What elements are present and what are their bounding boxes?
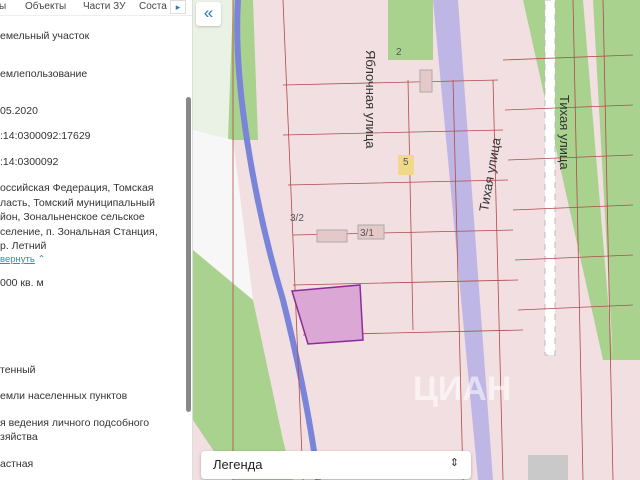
legend-dropdown[interactable]: Легенда ⇕ <box>201 451 471 479</box>
collapse-link-text[interactable]: вернуть <box>0 254 35 265</box>
field-usage-1: я ведения личного подсобного <box>0 417 150 429</box>
street-label: Яблочная улица <box>363 50 378 149</box>
plot-label: 3/1 <box>360 228 374 239</box>
field-address-2: ласть, Томский муниципальный <box>0 197 155 209</box>
collapse-link[interactable]: вернуть ⌃ <box>0 253 45 267</box>
plot-label: 2 <box>396 47 402 58</box>
field-address-4: селение, п. Зональная Станция, <box>0 226 158 238</box>
chevron-updown-icon: ⇕ <box>449 457 459 469</box>
field-quarter: :14:0300092 <box>0 156 59 168</box>
watermark: ЦИАН <box>413 370 512 408</box>
field-cadastral-number: :14:0300092:17629 <box>0 130 91 142</box>
info-panel: ы Объекты Части ЗУ Соста ▸ емельный учас… <box>0 0 193 480</box>
tab-next-button[interactable]: ▸ <box>170 0 186 14</box>
tab-objects[interactable]: Объекты <box>25 1 66 13</box>
field-category: емли населенных пунктов <box>0 390 128 402</box>
legend-label: Легенда <box>213 457 263 472</box>
field-ownership: астная <box>0 458 34 470</box>
tab-0[interactable]: ы <box>0 1 6 13</box>
field-address-5: р. Летний <box>0 240 47 252</box>
field-usage-2: зяйства <box>0 431 38 443</box>
tab-parts[interactable]: Части ЗУ <box>83 1 125 13</box>
field-address-3: йон, Зональненское сельское <box>0 211 145 223</box>
field-date: 05.2020 <box>0 105 38 117</box>
field-status: тенный <box>0 364 36 376</box>
field-address-1: оссийская Федерация, Томская <box>0 182 154 194</box>
collapse-panel-button[interactable]: « <box>196 2 221 26</box>
street-label: Тихая улица <box>557 95 572 170</box>
field-subtype: емлепользование <box>0 68 88 80</box>
plot-label: 3/2 <box>290 213 304 224</box>
map[interactable]: 2 5 3/2 3/1 Яблочная улица Тихая улица Т… <box>193 0 640 480</box>
divider <box>0 15 192 16</box>
tab-composition[interactable]: Соста <box>139 1 167 13</box>
chevron-up-icon: ⌃ <box>37 254 46 265</box>
field-area: 000 кв. м <box>0 277 44 289</box>
plot-label: 5 <box>403 157 409 168</box>
field-type: емельный участок <box>0 30 90 42</box>
scrollbar[interactable] <box>186 97 191 412</box>
